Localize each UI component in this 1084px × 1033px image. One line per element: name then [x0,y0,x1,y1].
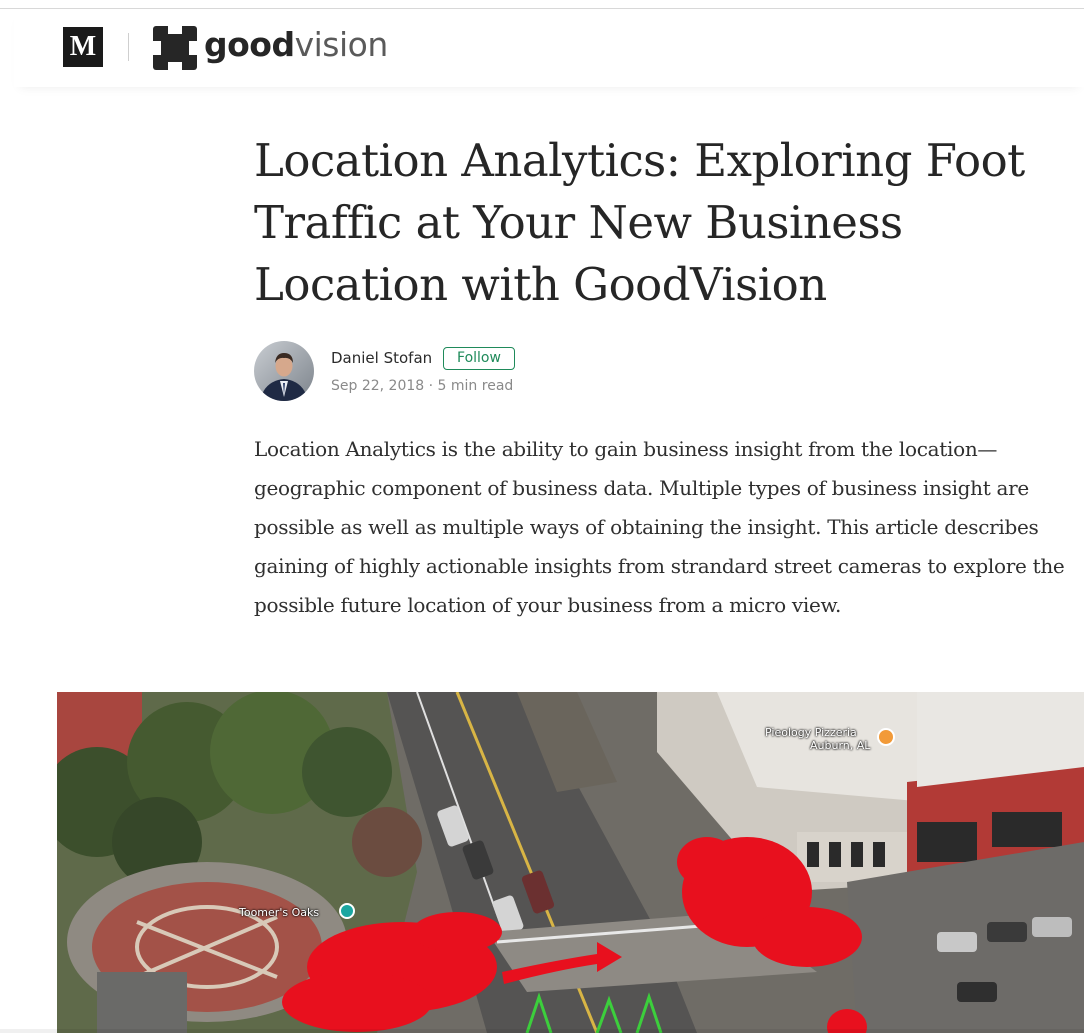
brand-bold: good [204,25,295,64]
hero-image[interactable]: Pieology Pizzeria Auburn, AL Toomer's Oa… [57,692,1084,1033]
restaurant-pin-icon [877,728,895,746]
brand-light: vision [294,25,389,64]
article-title: Location Analytics: Exploring Foot Traff… [254,134,1025,311]
goodvision-logo-icon[interactable] [153,26,197,70]
author-avatar[interactable] [254,341,314,401]
landmark-pin-icon [339,903,355,919]
publish-date[interactable]: Sep 22, 2018 [331,378,424,394]
meta-separator: · [428,378,434,394]
map-label-pieology-line2: Auburn, AL [810,739,871,752]
header-divider [128,33,129,61]
read-time: 5 min read [437,378,514,394]
bottom-shade [0,1029,1084,1033]
article-meta: Sep 22, 2018 · 5 min read [331,378,513,394]
map-label-toomers-oaks: Toomer's Oaks [239,906,320,919]
publication-name[interactable]: goodvision [204,25,388,65]
follow-button[interactable]: Follow [443,347,515,370]
aerial-street-map [57,692,1084,1033]
publication-header: M goodvision [14,9,1084,87]
medium-logo[interactable]: M [63,27,103,67]
author-name[interactable]: Daniel Stofan [331,349,432,367]
article-intro: Location Analytics is the ability to gai… [254,437,1065,617]
map-label-pieology-line1: Pieology Pizzeria [765,726,857,739]
